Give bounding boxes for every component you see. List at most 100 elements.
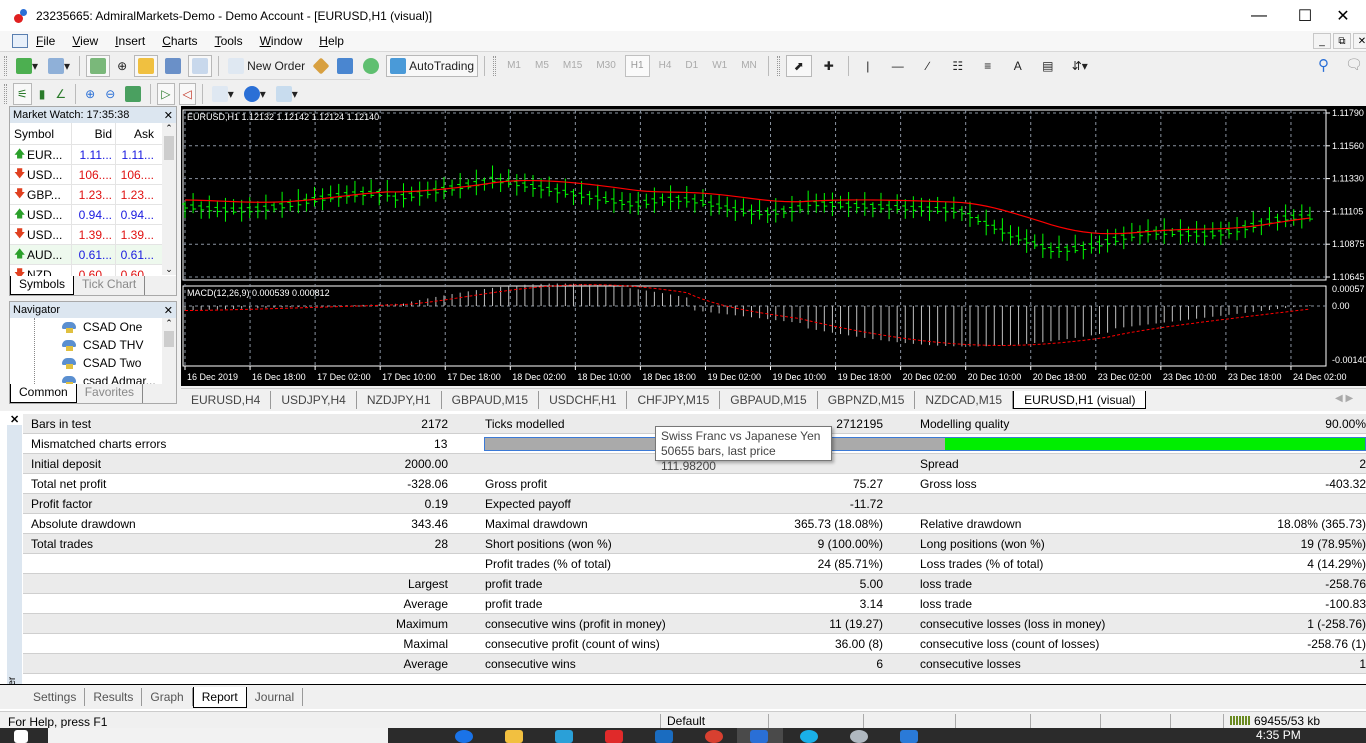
mdi-minimize-button[interactable]: _ [1313, 33, 1331, 49]
tester-tab-settings[interactable]: Settings [25, 688, 86, 706]
mdi-close-button[interactable]: ✕ [1353, 33, 1366, 49]
mql5-community-button[interactable] [334, 55, 356, 77]
market-watch-close-icon[interactable]: ✕ [164, 109, 173, 122]
vertical-line-tool[interactable]: | [855, 55, 881, 77]
navigator-scrollbar[interactable]: ⌃ [162, 318, 176, 384]
timeframe-d1[interactable]: D1 [680, 55, 703, 77]
data-window-button[interactable]: ⊕ [114, 55, 130, 77]
text-tool[interactable]: A [1005, 55, 1031, 77]
menu-file[interactable]: File [36, 34, 55, 48]
chart-shift-button[interactable]: ◁ [178, 82, 196, 105]
chart-tab[interactable]: EURUSD,H1 (visual) [1013, 391, 1147, 409]
zoom-out-button[interactable]: ⊖ [102, 83, 118, 105]
line-chart-button[interactable]: ∠ [52, 83, 69, 105]
chart-tab[interactable]: NZDCAD,M15 [915, 391, 1014, 409]
terminal-button[interactable] [162, 55, 184, 77]
close-button[interactable]: ✕ [1320, 0, 1366, 31]
timeframes-grip[interactable] [493, 55, 497, 76]
menu-window[interactable]: Window [260, 34, 303, 48]
metatrader-icon[interactable] [750, 730, 768, 743]
templates-button[interactable]: ▾ [273, 83, 301, 105]
chart-tab[interactable]: CHFJPY,M15 [627, 391, 721, 409]
profiles-button[interactable]: ▾ [45, 55, 73, 77]
navigator-close-icon[interactable]: ✕ [164, 304, 173, 317]
market-watch-button[interactable] [86, 54, 111, 77]
file-explorer-icon[interactable] [505, 730, 523, 743]
chat-icon[interactable]: 🗨 [1345, 56, 1363, 73]
market-watch-row[interactable]: 🡅 USD... 0.94... 0.94... [10, 205, 176, 225]
search-icon[interactable]: ⚲ [1318, 56, 1329, 74]
crosshair-tool[interactable]: ✚ [816, 55, 842, 77]
signals-button[interactable] [360, 55, 382, 77]
chart-tab[interactable]: EURUSD,H4 [181, 391, 272, 409]
market-watch-row[interactable]: 🡇 USD... 1.39... 1.39... [10, 225, 176, 245]
skype-icon[interactable] [800, 730, 818, 743]
mdi-restore-button[interactable]: ⧉ [1333, 33, 1351, 49]
taskbar-search-box[interactable] [48, 728, 388, 743]
bar-chart-button[interactable]: ⚟ [13, 82, 32, 105]
toolbar-grip[interactable] [4, 83, 7, 104]
timeframe-h1[interactable]: H1 [624, 54, 650, 77]
chart-tab[interactable]: USDJPY,H4 [271, 391, 357, 409]
minimize-button[interactable]: — [1236, 0, 1282, 31]
arrows-tool[interactable]: ⇵▾ [1065, 55, 1095, 77]
column-bid[interactable]: Bid [72, 123, 116, 144]
timeframe-h4[interactable]: H4 [654, 55, 677, 77]
zoom-in-button[interactable]: ⊕ [82, 83, 98, 105]
tab-common[interactable]: Common [10, 384, 77, 403]
chart-tab[interactable]: GBPAUD,M15 [720, 391, 818, 409]
new-order-button[interactable]: New Order [225, 55, 308, 77]
app-icon[interactable] [605, 730, 623, 743]
timeframe-mn[interactable]: MN [736, 55, 762, 77]
tester-tab-graph[interactable]: Graph [142, 688, 193, 706]
timeframe-m1[interactable]: M1 [502, 55, 526, 77]
chart-tab[interactable]: NZDJPY,H1 [357, 391, 442, 409]
chart-tab[interactable]: USDCHF,H1 [539, 391, 628, 409]
menu-charts[interactable]: Charts [162, 34, 197, 48]
drawing-grip[interactable] [776, 55, 780, 76]
strategy-tester-button[interactable] [188, 54, 213, 77]
chart-window[interactable]: 16 Dec 2019 16 Dec 18:00 17 Dec 02:00 17 De… [181, 106, 1366, 386]
app-icon[interactable] [900, 730, 918, 743]
menu-insert[interactable]: Insert [115, 34, 145, 48]
market-watch-row[interactable]: 🡇 USD... 106.... 106.... [10, 165, 176, 185]
app-icon[interactable] [655, 730, 673, 743]
trendline-tool[interactable]: ∕ [915, 55, 941, 77]
app-icon[interactable] [850, 730, 868, 743]
tile-windows-button[interactable] [122, 83, 144, 105]
market-watch-scrollbar[interactable]: ⌃ ⌄ [162, 123, 176, 275]
cursor-tool[interactable]: ⬈ [785, 54, 812, 77]
timeframe-m15[interactable]: M15 [558, 55, 587, 77]
market-watch-row[interactable]: 🡅 AUD... 0.61... 0.61... [10, 245, 176, 265]
new-chart-button[interactable]: ▾ [13, 55, 41, 77]
scrollbar-thumb[interactable] [164, 136, 174, 160]
menu-help[interactable]: Help [319, 34, 344, 48]
chart-tab[interactable]: GBPNZD,M15 [818, 391, 916, 409]
market-watch-row[interactable]: 🡇 GBP... 1.23... 1.23... [10, 185, 176, 205]
start-icon[interactable] [14, 730, 28, 743]
menu-tools[interactable]: Tools [215, 34, 243, 48]
fibonacci-tool[interactable]: ≡ [975, 55, 1001, 77]
autotrading-button[interactable]: AutoTrading [386, 54, 479, 77]
chart-tab[interactable]: GBPAUD,M15 [442, 391, 540, 409]
horizontal-line-tool[interactable]: — [885, 55, 911, 77]
candlestick-button[interactable]: ▮ [36, 83, 49, 105]
timeframe-w1[interactable]: W1 [707, 55, 732, 77]
app-icon[interactable] [555, 730, 573, 743]
periods-button[interactable]: ▾ [241, 83, 269, 105]
tester-tab-results[interactable]: Results [85, 688, 143, 706]
indicators-button[interactable]: ▾ [209, 83, 237, 105]
column-ask[interactable]: Ask [116, 123, 157, 144]
tab-tick-chart[interactable]: Tick Chart [74, 276, 146, 295]
tester-tab-report[interactable]: Report [192, 686, 247, 708]
tab-favorites[interactable]: Favorites [77, 384, 144, 403]
price-chart[interactable]: 16 Dec 2019 16 Dec 18:00 17 Dec 02:00 17 De… [181, 106, 1366, 386]
edge-icon[interactable] [455, 730, 473, 743]
text-label-tool[interactable]: ▤ [1035, 55, 1061, 77]
timeframe-m5[interactable]: M5 [530, 55, 554, 77]
market-watch-row[interactable]: 🡅 EUR... 1.11... 1.11... [10, 145, 176, 165]
equidistant-channel-tool[interactable]: ☷ [945, 55, 971, 77]
tab-symbols[interactable]: Symbols [10, 276, 75, 295]
timeframe-m30[interactable]: M30 [591, 55, 620, 77]
menu-view[interactable]: View [72, 34, 98, 48]
